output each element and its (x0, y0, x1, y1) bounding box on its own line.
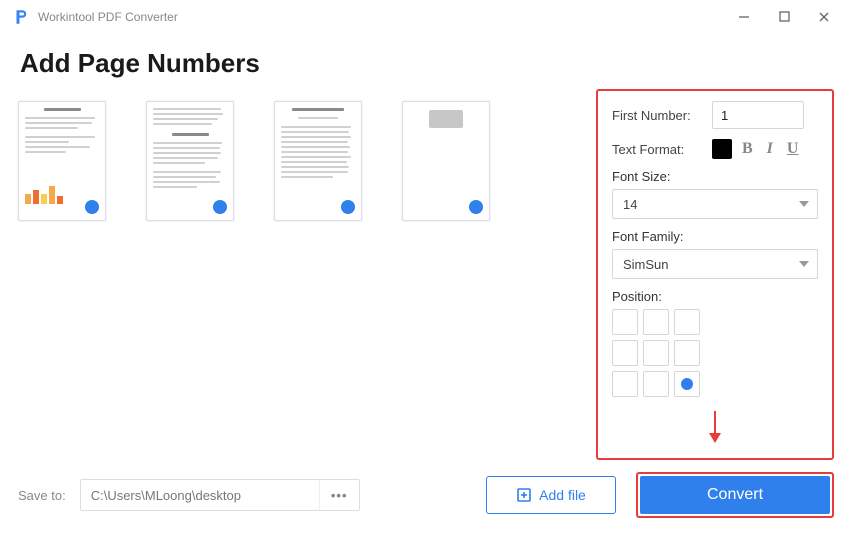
pdf-page-thumbnail[interactable] (402, 101, 490, 221)
thumbnail-list (18, 89, 588, 460)
text-color-swatch[interactable] (712, 139, 732, 159)
position-label: Position: (612, 289, 818, 304)
font-size-value: 14 (623, 197, 637, 212)
position-grid (612, 309, 818, 397)
position-bottom-right[interactable] (674, 371, 700, 397)
font-family-label: Font Family: (612, 229, 818, 244)
underline-button[interactable]: U (787, 140, 799, 158)
save-to-field: C:\Users\MLoong\desktop ••• (80, 479, 360, 511)
save-path-input[interactable]: C:\Users\MLoong\desktop (81, 488, 319, 503)
page-selected-dot-icon (341, 200, 355, 214)
position-top-left[interactable] (612, 309, 638, 335)
page-selected-dot-icon (213, 200, 227, 214)
app-title: Workintool PDF Converter (38, 10, 178, 24)
bottom-bar: Save to: C:\Users\MLoong\desktop ••• Add… (0, 460, 852, 540)
position-middle-right[interactable] (674, 340, 700, 366)
app-logo-icon (12, 8, 30, 26)
options-panel: First Number: Text Format: B I U Font Si… (596, 89, 834, 460)
font-size-label: Font Size: (612, 169, 818, 184)
font-family-select[interactable]: SimSun (612, 249, 818, 279)
pdf-page-thumbnail[interactable] (18, 101, 106, 221)
italic-button[interactable]: I (767, 140, 773, 158)
font-family-value: SimSun (623, 257, 669, 272)
pdf-page-thumbnail[interactable] (274, 101, 362, 221)
first-number-input[interactable] (712, 101, 804, 129)
position-top-center[interactable] (643, 309, 669, 335)
hint-arrow-icon (612, 409, 818, 445)
close-button[interactable] (804, 3, 844, 31)
add-file-button[interactable]: Add file (486, 476, 616, 514)
position-middle-center[interactable] (643, 340, 669, 366)
page-selected-dot-icon (469, 200, 483, 214)
chevron-down-icon (799, 261, 809, 267)
text-format-label: Text Format: (612, 142, 702, 157)
page-title: Add Page Numbers (0, 34, 852, 89)
browse-button[interactable]: ••• (319, 480, 359, 510)
titlebar: Workintool PDF Converter (0, 0, 852, 34)
first-number-label: First Number: (612, 108, 702, 123)
save-to-label: Save to: (18, 488, 66, 503)
bold-button[interactable]: B (742, 140, 753, 158)
maximize-button[interactable] (764, 3, 804, 31)
position-middle-left[interactable] (612, 340, 638, 366)
position-bottom-center[interactable] (643, 371, 669, 397)
font-size-select[interactable]: 14 (612, 189, 818, 219)
workarea: First Number: Text Format: B I U Font Si… (0, 89, 852, 460)
convert-button[interactable]: Convert (640, 476, 830, 514)
page-selected-dot-icon (85, 200, 99, 214)
add-file-label: Add file (539, 487, 586, 503)
pdf-page-thumbnail[interactable] (146, 101, 234, 221)
convert-highlight: Convert (636, 472, 834, 518)
minimize-button[interactable] (724, 3, 764, 31)
chevron-down-icon (799, 201, 809, 207)
position-bottom-left[interactable] (612, 371, 638, 397)
position-top-right[interactable] (674, 309, 700, 335)
